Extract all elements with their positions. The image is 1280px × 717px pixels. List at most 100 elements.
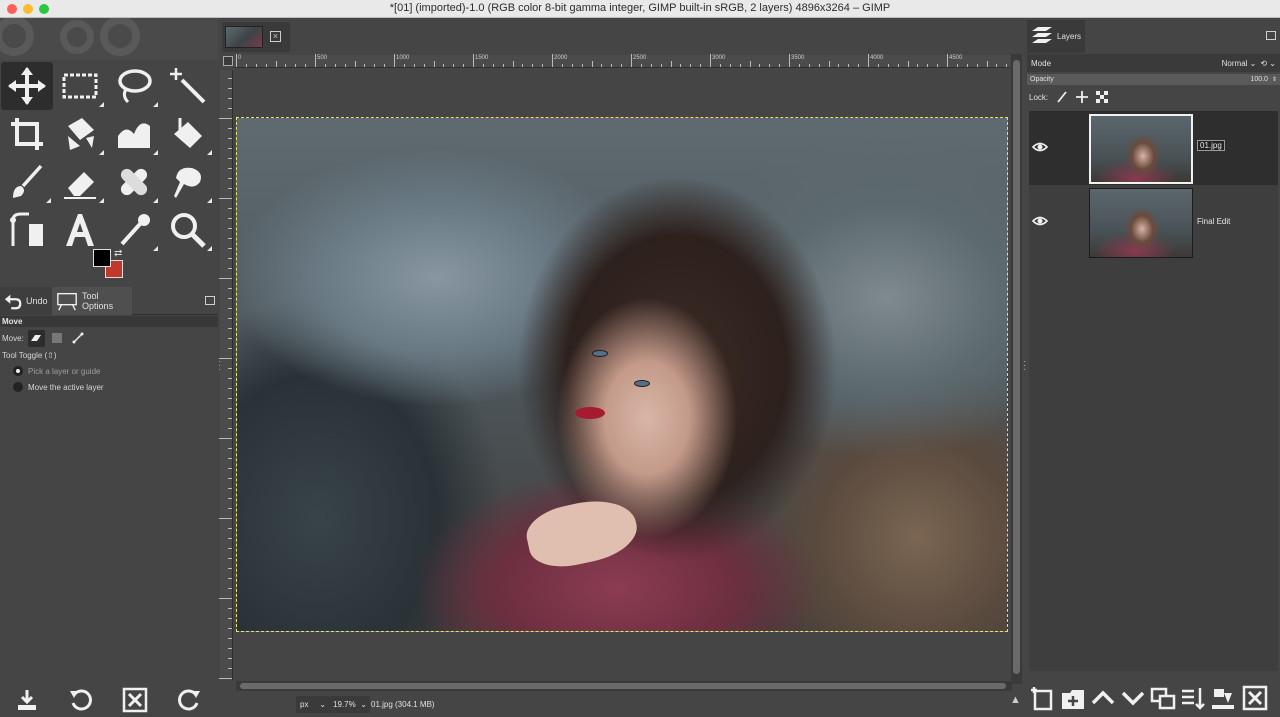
ruler-minor-tick	[779, 64, 781, 67]
zoom-tool[interactable]	[162, 206, 214, 254]
merge-layer-button[interactable]	[1179, 684, 1207, 712]
close-image-icon[interactable]: ×	[270, 31, 281, 42]
unit-selector[interactable]: px ⌄	[296, 696, 330, 713]
eye-icon[interactable]	[1031, 213, 1049, 229]
wilber-drop-area[interactable]	[0, 18, 218, 60]
new-layer-button[interactable]	[1029, 684, 1057, 712]
opacity-label: Opacity	[1030, 76, 1054, 83]
ruler-minor-tick	[219, 678, 232, 679]
vertical-ruler[interactable]	[219, 70, 233, 680]
opacity-slider[interactable]: Opacity 100.0 ⇕	[1027, 74, 1280, 85]
raise-layer-button[interactable]	[1089, 684, 1117, 712]
option-pick-layer[interactable]: Pick a layer or guide	[0, 363, 218, 379]
ruler-minor-tick	[719, 64, 721, 67]
transform-icon	[68, 118, 94, 150]
zoom-selector[interactable]: 19.7% ⌄	[330, 696, 370, 713]
warp-icon	[118, 123, 150, 148]
configure-tab-icon[interactable]	[205, 296, 215, 305]
ruler-minor-tick	[749, 61, 751, 67]
tab-layers-label: Layers	[1057, 32, 1082, 41]
tab-tool-options[interactable]: Tool Options	[52, 287, 132, 315]
swap-colors-icon[interactable]: ⇄	[114, 248, 122, 259]
ruler-minor-tick	[228, 448, 232, 449]
restore-options-button[interactable]	[68, 687, 94, 713]
option-pick-layer-label: Pick a layer or guide	[28, 366, 101, 376]
option-move-active[interactable]: Move the active layer	[0, 379, 218, 395]
spin-arrows-icon[interactable]: ⇕	[1272, 76, 1277, 83]
layer-row[interactable]: 01.jpg	[1029, 111, 1278, 185]
eraser-tool[interactable]	[54, 158, 106, 206]
switch-mode-icon[interactable]: ⟲ ⌄	[1260, 59, 1276, 68]
vertical-scrollbar[interactable]	[1011, 54, 1022, 684]
reset-options-button[interactable]	[176, 687, 202, 713]
delete-layer-button[interactable]	[1241, 684, 1269, 712]
warp-tool[interactable]	[108, 110, 160, 158]
ruler-minor-tick	[219, 598, 232, 599]
lasso-tool[interactable]	[108, 62, 160, 110]
text-tool[interactable]	[54, 206, 106, 254]
delete-options-button[interactable]	[122, 687, 148, 713]
anchor-layer-button[interactable]	[1209, 684, 1237, 712]
navigate-icon[interactable]: ▲	[1010, 694, 1022, 706]
horizontal-scrollbar[interactable]	[236, 681, 1012, 691]
ruler-minor-tick	[219, 358, 232, 359]
tab-undo-history[interactable]: Undo	[0, 287, 52, 315]
ruler-minor-tick	[591, 61, 593, 67]
crop-icon	[11, 118, 43, 150]
radio-pick-layer[interactable]	[13, 366, 23, 376]
layer-name[interactable]: Final Edit	[1197, 217, 1230, 226]
foreground-color-swatch[interactable]	[93, 249, 111, 267]
ruler-label: 4500	[949, 55, 963, 61]
quick-mask-toggle[interactable]	[223, 56, 233, 66]
lock-position-icon[interactable]	[1076, 91, 1089, 103]
ruler-tick	[947, 54, 948, 67]
rect-select-tool[interactable]	[54, 62, 106, 110]
lasso-icon	[118, 69, 152, 104]
transform-tool[interactable]	[54, 110, 106, 158]
move-path-button[interactable]	[70, 330, 87, 347]
layer-row[interactable]: Final Edit	[1029, 185, 1278, 259]
image-tab-thumbnail	[225, 26, 263, 48]
layer-name[interactable]: 01.jpg	[1197, 140, 1225, 151]
ruler-minor-tick	[996, 64, 998, 67]
move-tool[interactable]	[1, 62, 53, 110]
ruler-minor-tick	[976, 64, 978, 67]
ruler-tick	[631, 54, 632, 67]
ruler-minor-tick	[295, 64, 297, 67]
configure-tab-icon[interactable]	[1266, 31, 1276, 40]
canvas-image[interactable]	[236, 117, 1008, 632]
ruler-minor-tick	[228, 398, 232, 399]
ruler-minor-tick	[966, 64, 968, 67]
decor-icon	[60, 20, 94, 54]
fuzzy-select-tool[interactable]	[162, 62, 214, 110]
image-window: × 0 500 1000 1500 2000 2500 3000 3500 4000 4500 p…	[219, 18, 1025, 717]
new-layer-group-button[interactable]	[1059, 684, 1087, 712]
image-tab[interactable]: ×	[222, 22, 290, 52]
eye-icon[interactable]	[1031, 139, 1049, 155]
lock-pixels-icon[interactable]	[1056, 91, 1068, 103]
ruler-minor-tick	[219, 118, 232, 119]
ruler-minor-tick	[228, 628, 232, 629]
ruler-minor-tick	[887, 64, 889, 67]
duplicate-layer-button[interactable]	[1149, 684, 1177, 712]
ruler-minor-tick	[228, 178, 232, 179]
crop-tool[interactable]	[1, 110, 53, 158]
ruler-minor-tick	[769, 64, 771, 67]
save-options-button[interactable]	[14, 687, 40, 713]
tab-layers[interactable]: Layers	[1027, 20, 1085, 53]
paths-tool[interactable]	[1, 206, 53, 254]
lock-alpha-icon[interactable]	[1096, 91, 1109, 103]
move-layer-button[interactable]	[27, 329, 45, 347]
bucket-fill-tool[interactable]	[162, 110, 214, 158]
color-picker-tool[interactable]	[108, 206, 160, 254]
smudge-tool[interactable]	[162, 158, 214, 206]
move-selection-button[interactable]	[49, 330, 66, 347]
ruler-minor-tick	[228, 458, 232, 459]
mode-dropdown[interactable]: Normal ⌄	[1222, 59, 1257, 68]
paintbrush-tool[interactable]	[1, 158, 53, 206]
lower-layer-button[interactable]	[1119, 684, 1147, 712]
horizontal-ruler[interactable]: 0 500 1000 1500 2000 2500 3000 3500 4000 4500	[234, 54, 1018, 68]
heal-tool[interactable]	[108, 158, 160, 206]
radio-move-active[interactable]	[13, 382, 23, 392]
ruler-minor-tick	[228, 558, 232, 559]
